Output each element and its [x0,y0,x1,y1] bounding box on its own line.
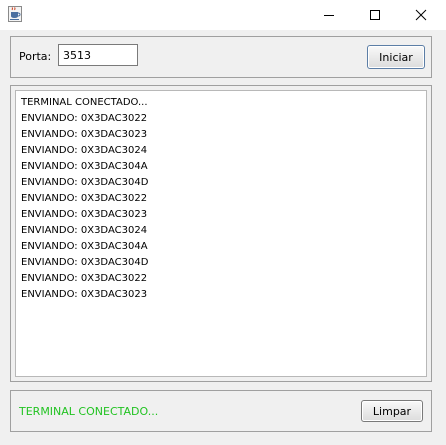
minimize-icon [324,15,334,16]
log-textarea[interactable]: TERMINAL CONECTADO... ENVIANDO: 0X3DAC302… [15,90,427,377]
log-line: TERMINAL CONECTADO... [21,97,148,108]
log-line: ENVIANDO: 0X3DAC3022 [21,273,148,284]
maximize-icon [370,10,380,20]
app-window: Porta: Iniciar TERMINAL CONECTADO... ENVI… [0,0,446,445]
log-line: ENVIANDO: 0X3DAC3023 [21,289,148,300]
port-label: Porta: [19,50,52,63]
log-line: ENVIANDO: 0X3DAC3022 [21,113,148,124]
log-line: ENVIANDO: 0X3DAC3023 [21,209,148,220]
minimize-button[interactable] [306,0,352,30]
log-line: ENVIANDO: 0X3DAC304D [21,177,149,188]
clear-button[interactable]: Limpar [361,400,423,422]
content-area: Porta: Iniciar TERMINAL CONECTADO... ENVI… [0,30,446,445]
start-button[interactable]: Iniciar [367,45,425,69]
status-text: TERMINAL CONECTADO... [19,405,159,418]
close-icon [415,9,427,21]
log-line: ENVIANDO: 0X3DAC3024 [21,145,148,156]
status-panel: TERMINAL CONECTADO... Limpar [10,390,432,432]
connection-panel: Porta: Iniciar [10,36,432,78]
port-input[interactable] [58,44,138,66]
maximize-button[interactable] [352,0,398,30]
close-button[interactable] [398,0,444,30]
log-line: ENVIANDO: 0X3DAC304D [21,257,149,268]
java-coffee-cup-icon [8,6,22,22]
log-line: ENVIANDO: 0X3DAC304A [21,241,148,252]
log-line: ENVIANDO: 0X3DAC3024 [21,225,148,236]
log-panel: TERMINAL CONECTADO... ENVIANDO: 0X3DAC302… [10,85,432,382]
log-line: ENVIANDO: 0X3DAC3022 [21,193,148,204]
log-line: ENVIANDO: 0X3DAC304A [21,161,148,172]
title-bar[interactable] [0,0,446,30]
log-line: ENVIANDO: 0X3DAC3023 [21,129,148,140]
